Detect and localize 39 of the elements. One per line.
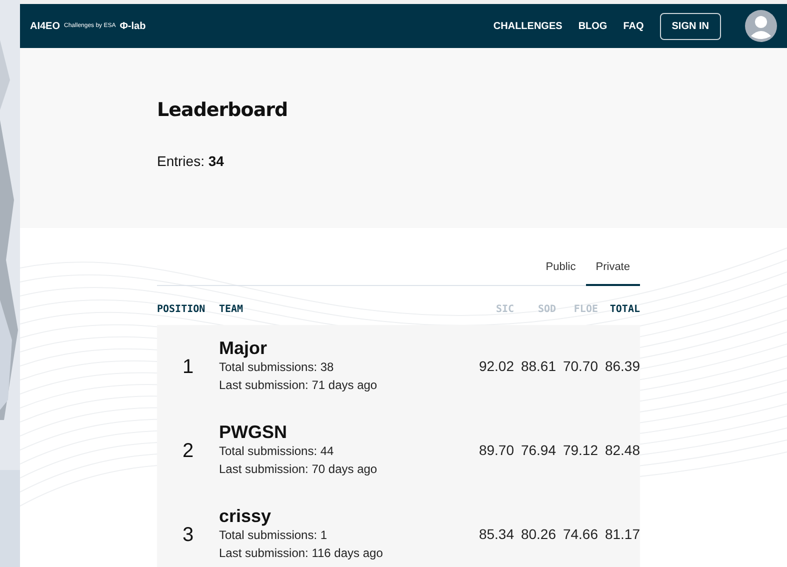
column-header: FLOE	[572, 302, 598, 316]
column-header: TOTAL	[608, 302, 640, 316]
team-name: PWGSN	[219, 422, 288, 442]
submission-count: Total submissions: 44	[219, 443, 335, 460]
nav-link[interactable]: CHALLENGES	[493, 18, 562, 34]
team-name: Major	[219, 338, 268, 358]
position-cell-text: 3	[181, 522, 195, 548]
last-submission: Last submission: 71 days ago	[219, 377, 378, 394]
score-cell-text: 76.94	[520, 441, 556, 460]
score-cell-text: 92.02	[478, 357, 514, 376]
submission-count: Total submissions: 38	[219, 359, 335, 376]
submission-count: Total submissions: 1	[219, 527, 328, 544]
score-cell-text: 82.48	[604, 441, 640, 460]
column-header: TEAM	[219, 302, 244, 316]
score-cell-text: 88.61	[520, 357, 556, 376]
score-cell-text: 80.26	[520, 525, 556, 544]
tab[interactable]: Private	[586, 253, 640, 286]
nav-link[interactable]: BLOG	[578, 18, 608, 34]
column-header: SIC	[494, 302, 514, 316]
team-name: crissy	[219, 506, 272, 526]
avatar-icon[interactable]	[745, 10, 777, 42]
page-title: Leaderboard	[157, 98, 289, 123]
score-cell-text: 70.70	[562, 357, 598, 376]
last-submission: Last submission: 70 days ago	[219, 461, 378, 478]
tab[interactable]: Public	[536, 253, 586, 286]
score-cell-text: 89.70	[478, 441, 514, 460]
score-cell-text: 81.17	[604, 525, 640, 544]
entries-count: Entries: 34	[157, 152, 225, 170]
position-cell-text: 2	[181, 438, 195, 464]
position-cell-text: 1	[181, 354, 195, 380]
score-cell-text: 74.66	[562, 525, 598, 544]
score-cell-text: 86.39	[604, 357, 640, 376]
score-cell-text: 79.12	[562, 441, 598, 460]
column-header: SOD	[536, 302, 556, 316]
sign-in-button[interactable]: SIGN IN	[660, 12, 721, 40]
score-cell-text: 85.34	[478, 525, 514, 544]
nav-link[interactable]: FAQ	[623, 18, 644, 34]
last-submission: Last submission: 116 days ago	[219, 545, 384, 562]
column-header: POSITION	[157, 302, 206, 316]
